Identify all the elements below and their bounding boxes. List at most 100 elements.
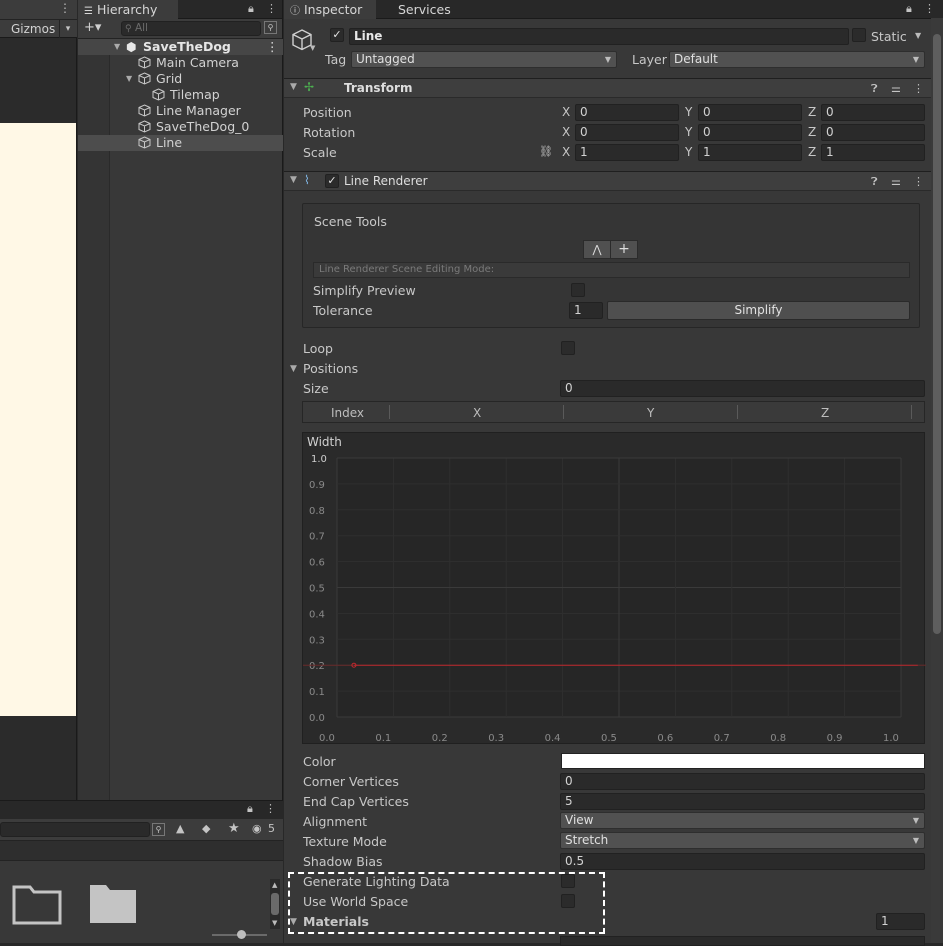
- component-menu-icon[interactable]: ⋮: [913, 175, 924, 188]
- search-scope-icon[interactable]: ⚲: [152, 823, 165, 836]
- tab-inspector[interactable]: ⓘ Inspector: [284, 0, 376, 19]
- scene-item-menu-icon[interactable]: ⋮: [266, 39, 279, 55]
- end-cap-vertices-input[interactable]: 5: [560, 793, 925, 810]
- scale-label: Scale: [303, 145, 337, 160]
- position-z-input[interactable]: 0: [821, 104, 925, 121]
- active-checkbox[interactable]: ✓: [330, 28, 344, 42]
- static-dropdown-icon[interactable]: ▼: [915, 31, 921, 40]
- project-scrollbar[interactable]: ▲ ▼: [270, 879, 280, 929]
- list-item[interactable]: ▼ ⬢ SaveTheDog ⋮: [78, 39, 283, 55]
- gameobject-cube-icon: [138, 136, 151, 153]
- column-z[interactable]: Z: [821, 406, 829, 420]
- inspector-panel: ⓘ Inspector Services 🔒︎ ⋮ ▼ ✓ Line Stati…: [284, 0, 943, 946]
- presets-icon[interactable]: ⚌: [891, 82, 901, 95]
- tab-services[interactable]: Services: [378, 0, 458, 19]
- help-icon[interactable]: ❓︎: [871, 82, 878, 96]
- width-curve-editor[interactable]: Width 1.0 0.9 0.8 0.7 0.6 0.5 0.4 0.3 0.2 0.1 0.0 0…: [302, 432, 926, 745]
- project-search-input[interactable]: [0, 822, 150, 837]
- line-renderer-header[interactable]: ▼ ⌇ ✓ Line Renderer ❓︎ ⚌ ⋮: [284, 171, 931, 191]
- column-x[interactable]: X: [473, 406, 481, 420]
- zoom-slider-thumb[interactable]: [237, 930, 246, 939]
- simplify-button[interactable]: Simplify: [607, 301, 910, 320]
- expand-arrow-icon[interactable]: ▼: [126, 71, 132, 87]
- project-panel: 🔒︎ ⋮ ⚲ ▲ ◆ ★ ◉ 5 ▲ ▼: [0, 800, 283, 943]
- list-item-selected[interactable]: Line: [78, 135, 283, 151]
- positions-label[interactable]: Positions: [303, 361, 358, 376]
- zoom-slider[interactable]: [212, 930, 267, 939]
- scene-tools-label: Scene Tools: [314, 214, 387, 229]
- list-item[interactable]: Tilemap: [78, 87, 283, 103]
- project-menu-icon[interactable]: ⋮: [265, 802, 276, 815]
- scene-menu-icon[interactable]: ⋮: [59, 1, 71, 15]
- scene-canvas[interactable]: [0, 123, 76, 716]
- inspector-menu-icon[interactable]: ⋮: [924, 2, 935, 15]
- foldout-arrow-icon[interactable]: ▼: [290, 82, 297, 92]
- inspector-scrollbar-thumb[interactable]: [933, 34, 941, 634]
- scale-x-input[interactable]: 1: [575, 144, 679, 161]
- rotation-z-input[interactable]: 0: [821, 124, 925, 141]
- create-points-button[interactable]: +: [610, 240, 638, 259]
- lock-icon[interactable]: 🔒︎: [248, 2, 254, 16]
- scale-z-input[interactable]: 1: [821, 144, 925, 161]
- foldout-arrow-icon[interactable]: ▼: [290, 175, 297, 185]
- materials-size-input[interactable]: 1: [876, 913, 925, 930]
- layer-dropdown[interactable]: Default: [669, 51, 925, 68]
- scene-view: ⋮ Gizmos ▾: [0, 0, 77, 800]
- color-swatch[interactable]: [561, 753, 925, 769]
- foldout-arrow-icon[interactable]: ▼: [290, 364, 297, 374]
- transform-header[interactable]: ▼ ✢ Transform ❓︎ ⚌ ⋮: [284, 78, 931, 98]
- constrain-proportions-icon[interactable]: ⛓︎: [539, 145, 553, 158]
- folder-outline-icon[interactable]: [12, 883, 64, 927]
- filter-type-icon[interactable]: ▲: [176, 822, 184, 835]
- texture-mode-dropdown[interactable]: Stretch: [560, 832, 925, 849]
- icon-dropdown-arrow-icon[interactable]: ▼: [310, 44, 315, 52]
- gizmos-dropdown[interactable]: Gizmos ▾: [0, 19, 77, 38]
- tag-dropdown[interactable]: Untagged: [351, 51, 617, 68]
- line-renderer-enabled-checkbox[interactable]: ✓: [325, 174, 339, 188]
- rotation-y-input[interactable]: 0: [698, 124, 802, 141]
- hierarchy-search-input[interactable]: ⚲ All: [121, 21, 261, 36]
- width-curve-chart[interactable]: 1.0 0.9 0.8 0.7 0.6 0.5 0.4 0.3 0.2 0.1 0.0 0.0 0.1 0…: [303, 433, 926, 745]
- folder-filled-icon[interactable]: [88, 883, 140, 927]
- alignment-dropdown[interactable]: View: [560, 812, 925, 829]
- position-x-input[interactable]: 0: [575, 104, 679, 121]
- component-menu-icon[interactable]: ⋮: [913, 82, 924, 95]
- expand-arrow-icon[interactable]: ▼: [114, 39, 120, 55]
- tolerance-input[interactable]: 1: [569, 302, 603, 319]
- list-item[interactable]: ▼ Grid: [78, 71, 283, 87]
- favorite-star-icon[interactable]: ★: [228, 821, 240, 836]
- list-item[interactable]: SaveTheDog_0: [78, 119, 283, 135]
- hierarchy-menu-icon[interactable]: ⋮: [266, 2, 277, 15]
- lock-icon[interactable]: 🔒︎: [247, 802, 253, 816]
- simplify-preview-checkbox[interactable]: [571, 283, 585, 297]
- tab-hierarchy[interactable]: ☰ Hierarchy: [78, 0, 178, 19]
- corner-vertices-input[interactable]: 0: [560, 773, 925, 790]
- lock-icon[interactable]: 🔒︎: [906, 2, 912, 16]
- static-checkbox[interactable]: [852, 28, 866, 42]
- edit-points-button[interactable]: ⋀: [583, 240, 611, 259]
- add-dropdown[interactable]: +▾: [84, 20, 101, 35]
- loop-checkbox[interactable]: [561, 341, 575, 355]
- rotation-x-input[interactable]: 0: [575, 124, 679, 141]
- hidden-eye-icon[interactable]: ◉: [252, 822, 262, 835]
- presets-icon[interactable]: ⚌: [891, 175, 901, 188]
- gizmos-arrow-icon[interactable]: ▾: [59, 20, 76, 38]
- label-tag-icon[interactable]: ◆: [202, 822, 210, 835]
- list-item[interactable]: Line Manager: [78, 103, 283, 119]
- help-icon[interactable]: ❓︎: [871, 175, 878, 189]
- scene-search-icon[interactable]: ⚲: [264, 21, 277, 34]
- static-label: Static: [871, 29, 907, 44]
- info-icon: ⓘ: [290, 6, 300, 17]
- scale-y-input[interactable]: 1: [698, 144, 802, 161]
- position-y-input[interactable]: 0: [698, 104, 802, 121]
- rotation-label: Rotation: [303, 125, 356, 140]
- object-name-input[interactable]: Line: [349, 28, 849, 45]
- column-index[interactable]: Index: [331, 406, 364, 420]
- hierarchy-gutter: [78, 40, 110, 800]
- material-element-field[interactable]: [560, 936, 925, 946]
- column-y[interactable]: Y: [647, 406, 654, 420]
- x-tick-label: 0.2: [432, 733, 448, 744]
- shadow-bias-input[interactable]: 0.5: [560, 853, 925, 870]
- positions-size-input[interactable]: 0: [560, 380, 925, 397]
- list-item[interactable]: Main Camera: [78, 55, 283, 71]
